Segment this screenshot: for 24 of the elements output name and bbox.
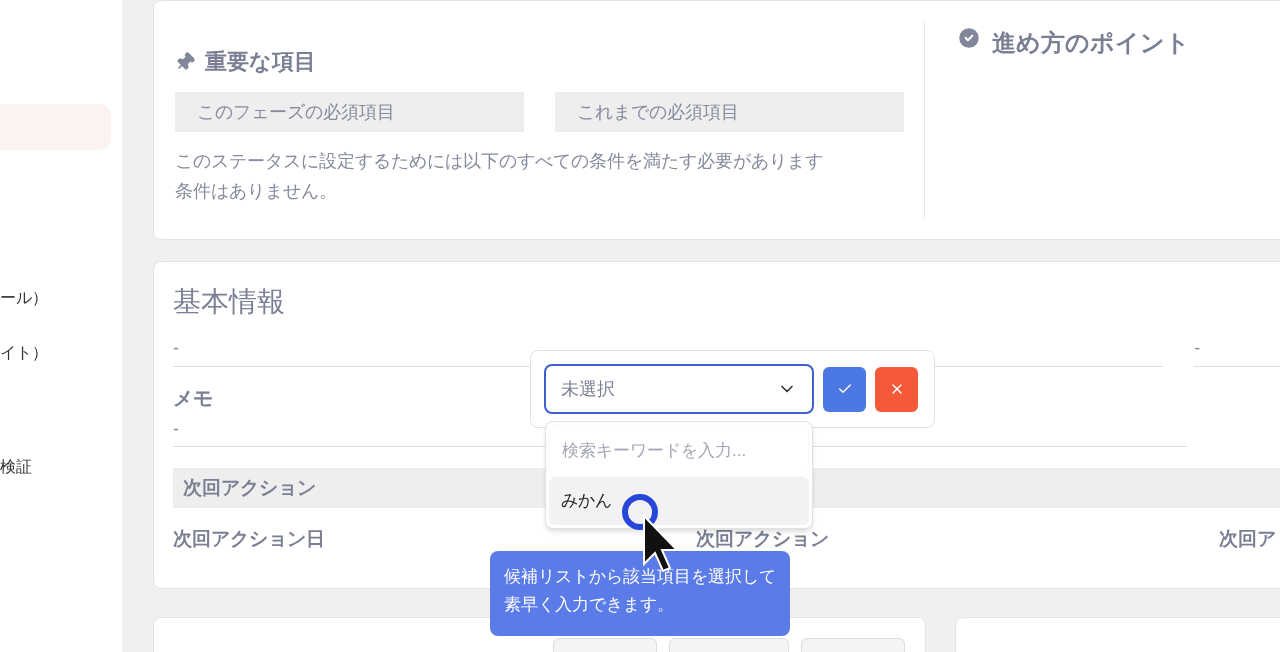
field-label: 次回アクション — [696, 527, 830, 551]
sidebar-item[interactable]: 検証 — [0, 457, 122, 477]
description-text: このステータスに設定するためには以下のすべての条件を満たす必要があります — [175, 150, 824, 173]
dropdown-option[interactable]: みかん — [549, 477, 809, 525]
field-label: メモ — [173, 386, 213, 411]
field-value: - — [1194, 336, 1201, 360]
select-field[interactable]: 未選択 — [544, 364, 814, 414]
field-label: 次回アクション日 — [173, 527, 326, 551]
sidebar-item[interactable]: ール） — [0, 288, 122, 308]
field-label: 次回ア — [1219, 527, 1277, 551]
section-title: 基本情報 — [173, 285, 286, 319]
field-value: - — [173, 418, 179, 441]
confirm-button[interactable] — [823, 366, 866, 412]
check-circle-icon — [956, 25, 982, 51]
card-title: 進め方のポイント — [992, 28, 1190, 58]
cancel-button[interactable] — [875, 366, 918, 412]
tab-header: これまでの必須項目 — [555, 92, 904, 132]
empty-message: 条件はありません。 — [175, 180, 338, 203]
search-field[interactable]: 検索キーワードを入力... — [549, 425, 809, 477]
tab-header: このフェーズの必須項目 — [175, 92, 524, 132]
sidebar-item[interactable]: イト） — [0, 343, 122, 363]
tooltip: 候補リストから該当項目を選択して素早く入力できます。 — [490, 551, 790, 636]
field-value: - — [173, 336, 179, 360]
card-title: 重要な項目 — [205, 48, 316, 76]
